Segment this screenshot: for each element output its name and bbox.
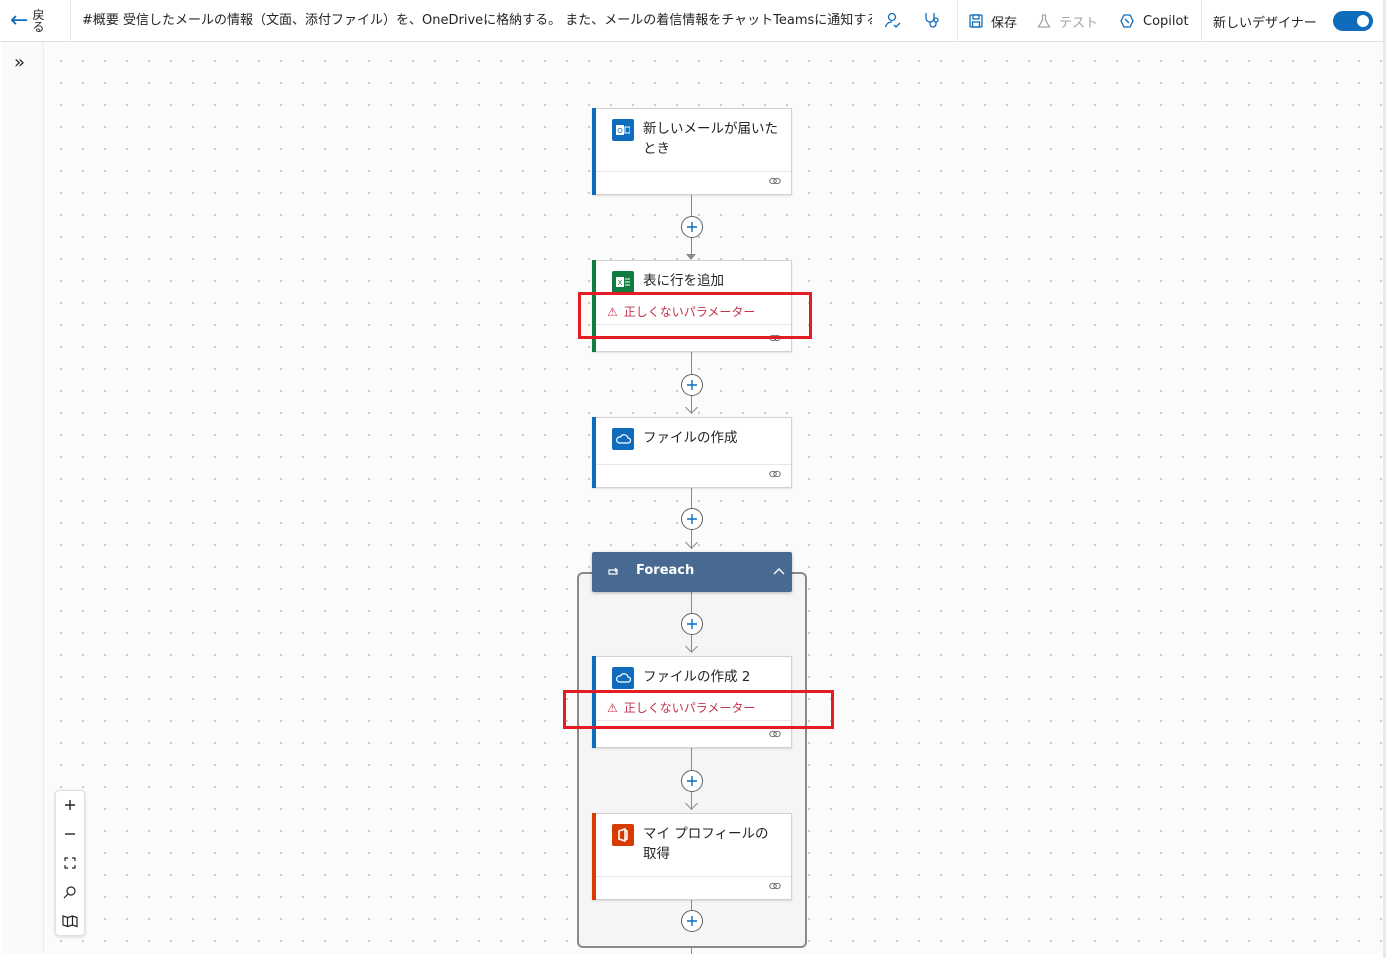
card-title: ファイルの作成 — [643, 430, 738, 446]
divider — [957, 0, 958, 41]
insert-step-button[interactable] — [681, 613, 703, 635]
step-card-create-file-2[interactable]: ファイルの作成 2 ⚠ 正しくないパラメーター — [592, 656, 792, 748]
zoom-controls — [55, 790, 85, 936]
card-footer — [596, 324, 791, 351]
save-label: 保存 — [991, 15, 1018, 31]
new-designer-label: 新しいデザイナー — [1213, 16, 1317, 31]
card-title: 新しいメールが届いたとき — [643, 121, 778, 157]
zoom-out-button[interactable] — [56, 820, 84, 849]
plus-icon — [65, 800, 75, 811]
insert-step-button[interactable] — [681, 910, 703, 932]
minimap-button[interactable] — [56, 906, 84, 935]
warning-icon: ⚠ — [607, 304, 618, 319]
back-label: 戻る — [32, 8, 45, 34]
card-title: マイ プロフィールの取得 — [643, 826, 769, 862]
insert-step-button[interactable] — [681, 508, 703, 530]
card-footer — [596, 171, 791, 194]
back-button[interactable]: ← 戻る — [10, 6, 46, 36]
search-icon — [63, 886, 76, 899]
card-footer — [596, 464, 791, 487]
copilot-icon — [1120, 14, 1134, 28]
connector-line — [691, 900, 692, 910]
test-label: テスト — [1059, 15, 1099, 31]
insert-step-button[interactable] — [681, 770, 703, 792]
error-message: ⚠ 正しくないパラメーター — [607, 304, 756, 320]
office365-icon — [612, 824, 634, 846]
outlook-icon: O — [612, 119, 634, 141]
save-button[interactable]: 保存 — [968, 10, 1017, 32]
onedrive-icon — [612, 667, 634, 689]
svg-text:O: O — [617, 127, 623, 135]
svg-text:X: X — [618, 279, 623, 287]
card-title: ファイルの作成 2 — [643, 669, 751, 685]
map-icon — [62, 914, 78, 927]
copilot-label: Copilot — [1143, 13, 1189, 29]
step-card-get-my-profile[interactable]: マイ プロフィールの取得 — [592, 813, 792, 900]
step-card-new-email-trigger[interactable]: O 新しいメールが届いたとき — [592, 108, 792, 195]
connector-line — [691, 946, 692, 954]
connection-link-icon[interactable] — [769, 327, 781, 346]
loop-icon — [606, 564, 620, 583]
zoom-in-button[interactable] — [56, 791, 84, 820]
fit-view-icon — [64, 857, 76, 869]
minus-icon — [65, 833, 75, 835]
collapse-chevron-up-icon[interactable] — [772, 562, 786, 581]
foreach-title: Foreach — [636, 563, 695, 578]
new-designer-toggle[interactable] — [1333, 11, 1373, 31]
back-arrow-icon: ← — [10, 8, 29, 33]
connection-link-icon[interactable] — [769, 875, 781, 894]
connection-link-icon[interactable] — [769, 170, 781, 189]
excel-icon: X — [612, 271, 634, 293]
stethoscope-icon[interactable] — [922, 10, 942, 30]
foreach-header[interactable]: Foreach — [592, 552, 792, 592]
insert-step-button[interactable] — [681, 216, 703, 238]
error-message: ⚠ 正しくないパラメーター — [607, 700, 756, 716]
step-card-create-file[interactable]: ファイルの作成 — [592, 417, 792, 488]
top-toolbar: ← 戻る #概要 受信したメールの情報（文面、添付ファイル）を、OneDrive… — [0, 0, 1386, 42]
flask-icon — [1037, 14, 1051, 28]
flow-title[interactable]: #概要 受信したメールの情報（文面、添付ファイル）を、OneDriveに格納する… — [82, 12, 872, 30]
search-button[interactable] — [56, 877, 84, 906]
flow-checker-icon[interactable] — [882, 10, 902, 30]
expand-panel-icon[interactable]: » — [14, 52, 25, 73]
divider — [70, 0, 71, 41]
left-rail: » — [2, 42, 44, 954]
onedrive-icon — [612, 428, 634, 450]
card-footer — [596, 720, 791, 747]
copilot-button[interactable]: Copilot — [1118, 10, 1189, 32]
divider — [1201, 0, 1202, 41]
card-footer — [596, 876, 791, 899]
connection-link-icon[interactable] — [769, 463, 781, 482]
insert-step-button[interactable] — [681, 374, 703, 396]
card-title: 表に行を追加 — [643, 273, 724, 289]
step-card-add-row[interactable]: X 表に行を追加 ⚠ 正しくないパラメーター — [592, 260, 792, 352]
test-button[interactable]: テスト — [1036, 10, 1098, 32]
connection-link-icon[interactable] — [769, 723, 781, 742]
warning-icon: ⚠ — [607, 700, 618, 715]
fit-view-button[interactable] — [56, 849, 84, 878]
save-icon — [969, 14, 983, 28]
